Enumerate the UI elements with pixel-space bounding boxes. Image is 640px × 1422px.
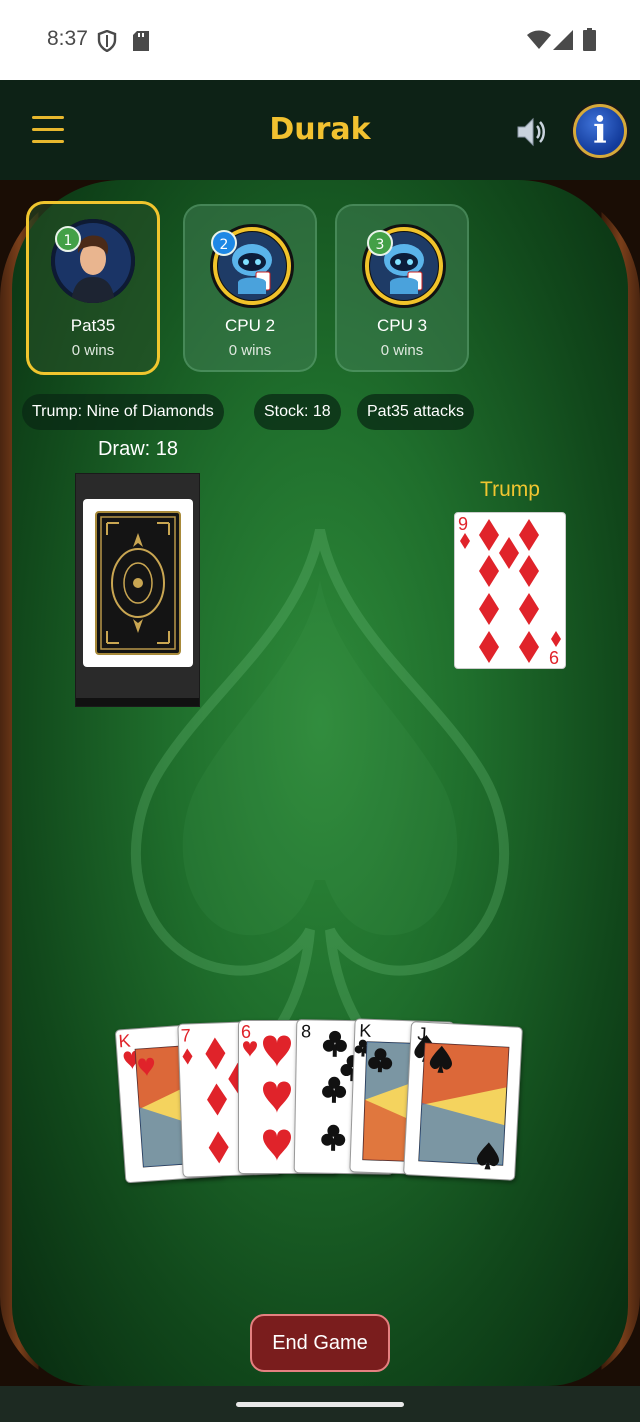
player-name: CPU 3 [376,316,428,335]
trump-info-pill: Trump: Nine of Diamonds [22,394,224,430]
hand-card-jack-spades[interactable]: J [403,1021,523,1181]
player-name: CPU 2 [224,316,276,335]
wifi-icon [527,30,551,49]
player-number-badge: 3 [367,230,393,256]
shield-icon [97,30,117,52]
signal-icon [553,30,573,50]
player-wins: 0 wins [228,342,272,359]
draw-pile[interactable] [75,473,200,707]
player-wins: 0 wins [380,342,424,359]
spades-icon [414,1034,510,1170]
player-number-badge: 2 [211,230,237,256]
status-bar: 8:37 [0,0,640,80]
home-gesture-handle[interactable] [236,1402,404,1407]
card-back-ornament-icon [100,516,176,650]
battery-icon [583,28,596,51]
info-glyph: i [593,110,607,152]
diamonds-icon [460,519,561,663]
player-wins: 0 wins [71,342,115,359]
player-card-cpu2[interactable]: 2 CPU 2 0 wins [183,204,317,372]
info-icon[interactable]: i [573,104,627,158]
player-name: Pat35 [70,316,116,335]
card-back [83,499,193,667]
player-card-cpu3[interactable]: 3 CPU 3 0 wins [335,204,469,372]
sd-card-icon [133,31,149,51]
trump-label: Trump [480,478,540,501]
draw-pile-label: Draw: 18 [97,438,179,460]
sound-icon[interactable] [514,114,550,150]
status-time: 8:37 [47,27,88,50]
trump-card: 9 6 [454,512,566,669]
end-game-button[interactable]: End Game [250,1314,390,1372]
turn-pill: Pat35 attacks [357,394,474,430]
player-card-pat35[interactable]: 1 Pat35 0 wins [26,201,160,375]
stock-pill: Stock: 18 [254,394,341,430]
player-number-badge: 1 [55,226,81,252]
card-rank-bottom: 6 [549,648,560,668]
